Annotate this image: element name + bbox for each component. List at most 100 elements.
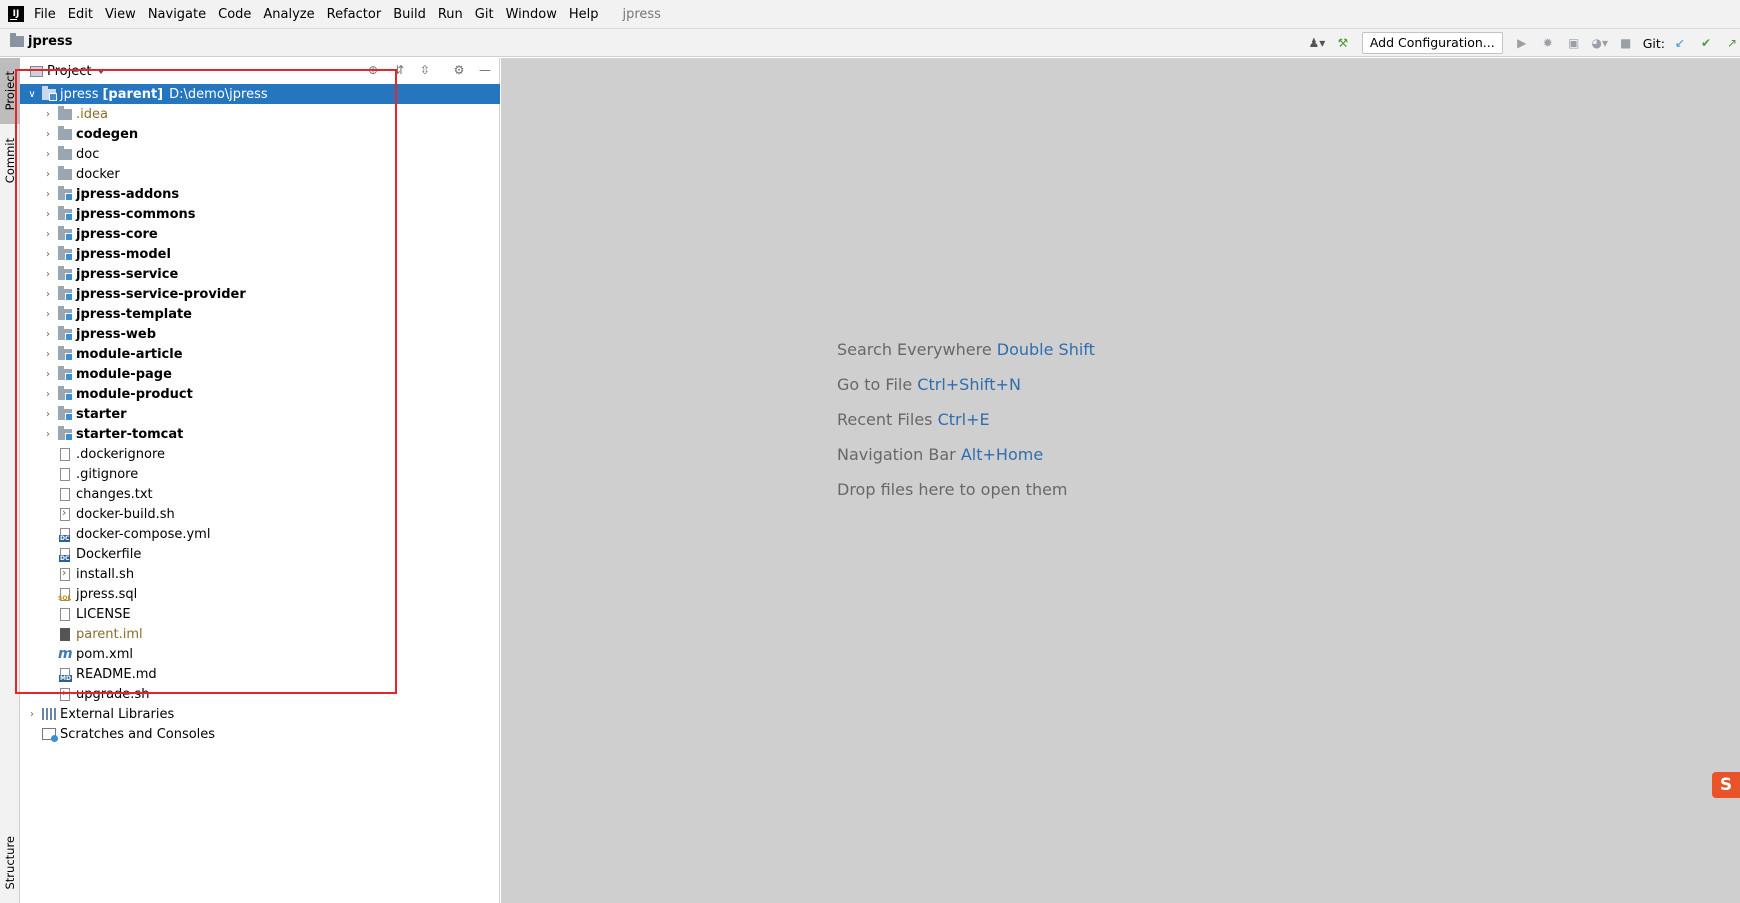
expand-all-icon[interactable]: ⇵	[391, 62, 407, 78]
menu-refactor[interactable]: Refactor	[327, 7, 382, 22]
tree-folder-row[interactable]: › module-page	[20, 364, 500, 384]
menu-analyze[interactable]: Analyze	[263, 7, 314, 22]
locate-file-icon[interactable]: ⊕	[365, 62, 381, 78]
expand-arrow-icon[interactable]: ›	[42, 369, 54, 380]
expand-arrow-icon[interactable]: ›	[42, 389, 54, 400]
menu-navigate[interactable]: Navigate	[148, 7, 206, 22]
tree-folder-row[interactable]: › jpress-service-provider	[20, 284, 500, 304]
external-libraries-row[interactable]: › External Libraries	[20, 704, 500, 724]
profile-icon[interactable]: ◕▾	[1591, 35, 1608, 51]
tree-folder-row[interactable]: › jpress-template	[20, 304, 500, 324]
expand-arrow-icon[interactable]: ›	[42, 129, 54, 140]
menu-file[interactable]: File	[34, 7, 56, 22]
stop-icon[interactable]: ■	[1618, 35, 1634, 51]
tree-file-row[interactable]: .dockerignore	[20, 444, 500, 464]
project-view-selector[interactable]: Project	[30, 64, 106, 79]
menu-view[interactable]: View	[105, 7, 136, 22]
structure-tool-tab[interactable]: Structure	[0, 828, 20, 898]
tree-file-row[interactable]: install.sh	[20, 564, 500, 584]
menu-build[interactable]: Build	[393, 7, 426, 22]
folder-name: jpress-addons	[76, 186, 180, 202]
tree-file-row[interactable]: upgrade.sh	[20, 684, 500, 704]
text-file-icon	[60, 467, 70, 481]
tree-file-row[interactable]: docker-compose.yml	[20, 524, 500, 544]
file-name: changes.txt	[76, 486, 153, 502]
tree-root-row[interactable]: ∨ jpress [parent] D:\demo\jpress	[20, 84, 500, 104]
folder-name: jpress-commons	[76, 206, 196, 222]
coverage-icon[interactable]: ▣	[1566, 35, 1582, 51]
breadcrumb-project[interactable]: jpress	[28, 34, 72, 49]
project-view-icon	[30, 65, 43, 77]
editor-area[interactable]: Search Everywhere Double Shift Go to Fil…	[501, 58, 1740, 903]
expand-arrow-icon[interactable]: ›	[42, 349, 54, 360]
expand-arrow-icon[interactable]: ›	[42, 169, 54, 180]
expand-arrow-icon[interactable]: ›	[42, 229, 54, 240]
expand-arrow-icon[interactable]: ›	[42, 429, 54, 440]
expand-arrow-icon[interactable]: ›	[42, 409, 54, 420]
hide-panel-icon[interactable]: —	[477, 62, 493, 78]
expand-arrow-icon[interactable]: ›	[42, 249, 54, 260]
module-folder-icon	[58, 265, 73, 281]
tree-file-row[interactable]: Dockerfile	[20, 544, 500, 564]
tree-file-row[interactable]: docker-build.sh	[20, 504, 500, 524]
tree-folder-row[interactable]: › jpress-model	[20, 244, 500, 264]
expand-arrow-icon[interactable]: ›	[42, 329, 54, 340]
gear-icon[interactable]: ⚙	[451, 62, 467, 78]
ime-badge-icon[interactable]: S	[1712, 772, 1740, 798]
file-name: upgrade.sh	[76, 686, 150, 702]
intellij-logo-icon[interactable]: IJ	[8, 6, 24, 22]
tree-folder-row[interactable]: › jpress-core	[20, 224, 500, 244]
run-icon[interactable]: ▶	[1514, 35, 1530, 51]
build-hammer-icon[interactable]: ⚒	[1335, 35, 1351, 51]
menu-run[interactable]: Run	[438, 7, 463, 22]
tree-folder-row[interactable]: › jpress-web	[20, 324, 500, 344]
tree-file-row[interactable]: LICENSE	[20, 604, 500, 624]
tree-folder-row[interactable]: › docker	[20, 164, 500, 184]
folder-icon	[58, 145, 72, 160]
expand-arrow-icon[interactable]: ›	[42, 149, 54, 160]
tree-folder-row[interactable]: › codegen	[20, 124, 500, 144]
tree-folder-row[interactable]: › starter	[20, 404, 500, 424]
tree-folder-row[interactable]: › module-article	[20, 344, 500, 364]
scratches-row[interactable]: Scratches and Consoles	[20, 724, 500, 744]
tree-file-row[interactable]: .gitignore	[20, 464, 500, 484]
expand-arrow-icon[interactable]: ›	[42, 209, 54, 220]
project-tool-tab[interactable]: Project	[0, 58, 20, 124]
expand-arrow-icon[interactable]: ›	[42, 189, 54, 200]
tree-folder-row[interactable]: › jpress-commons	[20, 204, 500, 224]
tree-folder-row[interactable]: › doc	[20, 144, 500, 164]
expand-arrow-icon[interactable]: ›	[42, 109, 54, 120]
menu-help[interactable]: Help	[569, 7, 599, 22]
menu-edit[interactable]: Edit	[68, 7, 93, 22]
collapse-all-icon[interactable]: ⇳	[417, 62, 433, 78]
tree-file-row[interactable]: README.md	[20, 664, 500, 684]
hint-text: Drop files here to open them	[837, 480, 1068, 499]
tree-folder-row[interactable]: › starter-tomcat	[20, 424, 500, 444]
breadcrumb[interactable]: jpress	[10, 33, 72, 49]
menu-window[interactable]: Window	[506, 7, 557, 22]
tree-folder-row[interactable]: › module-product	[20, 384, 500, 404]
hint-shortcut: Ctrl+E	[937, 410, 990, 429]
debug-icon[interactable]: ✹	[1540, 35, 1556, 51]
collapse-arrow-icon[interactable]: ∨	[26, 89, 38, 100]
git-push-icon[interactable]: ↗	[1724, 35, 1740, 51]
user-icon[interactable]: ♟▾	[1308, 35, 1325, 51]
tree-file-row[interactable]: m pom.xml	[20, 644, 500, 664]
tree-file-row[interactable]: changes.txt	[20, 484, 500, 504]
commit-tool-tab[interactable]: Commit	[0, 130, 20, 192]
expand-arrow-icon[interactable]: ›	[26, 709, 38, 720]
menu-code[interactable]: Code	[218, 7, 251, 22]
expand-arrow-icon[interactable]: ›	[42, 309, 54, 320]
tree-folder-row[interactable]: › .idea	[20, 104, 500, 124]
menu-git[interactable]: Git	[475, 7, 494, 22]
tree-folder-row[interactable]: › jpress-service	[20, 264, 500, 284]
add-configuration-button[interactable]: Add Configuration...	[1361, 32, 1503, 54]
tree-file-row[interactable]: parent.iml	[20, 624, 500, 644]
editor-hints: Search Everywhere Double Shift Go to Fil…	[837, 340, 1095, 515]
expand-arrow-icon[interactable]: ›	[42, 289, 54, 300]
git-commit-icon[interactable]: ✔	[1698, 35, 1714, 51]
tree-file-row[interactable]: jpress.sql	[20, 584, 500, 604]
git-update-icon[interactable]: ↙	[1672, 35, 1688, 51]
expand-arrow-icon[interactable]: ›	[42, 269, 54, 280]
tree-folder-row[interactable]: › jpress-addons	[20, 184, 500, 204]
